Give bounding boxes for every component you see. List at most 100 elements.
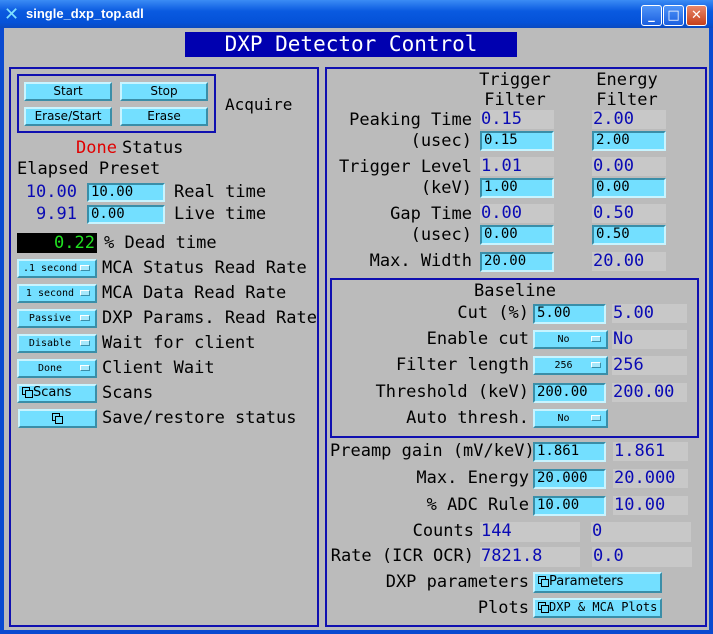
scans-button[interactable]: Scans [17,384,97,403]
page-title: DXP Detector Control [185,32,517,57]
menu-indicator-icon [591,415,601,421]
max-width-label: Max. Width [369,251,472,271]
max-width-readback: 20.00 [592,252,666,271]
menu-value: 256 [554,360,573,371]
trigger-peaking-input[interactable]: 0.15 [480,131,554,151]
gap-time-unit: (usec) [410,225,472,245]
acquire-label: Acquire [225,95,293,114]
filter-length-readback: 256 [612,356,687,375]
dxp-parameters-button-label: Parameters [549,574,624,589]
trigger-gap-input[interactable]: 0.00 [480,225,554,245]
cut-input[interactable]: 5.00 [533,304,606,324]
scans-label: Scans [102,383,154,403]
live-time-preset-input[interactable]: 0.00 [87,205,165,224]
erase-start-button[interactable]: Erase/Start [24,107,112,126]
auto-thresh-menu[interactable]: No [533,409,608,428]
save-restore-label: Save/restore status [102,408,297,428]
max-energy-input[interactable]: 20.000 [533,469,606,489]
related-display-icon [538,602,549,613]
energy-filter-header: Energy [596,70,658,90]
energy-gap-readback: 0.50 [592,204,666,223]
related-display-icon [538,576,549,587]
menu-indicator-icon [591,362,601,368]
minimize-button[interactable]: _ [641,5,662,26]
window-title: single_dxp_top.adl [26,6,144,21]
start-button[interactable]: Start [24,82,112,101]
trigger-level-input[interactable]: 1.00 [480,178,554,198]
dxp-parameters-button[interactable]: Parameters [533,572,662,593]
mca-status-rate-menu[interactable]: .1 second [17,259,97,278]
energy-peaking-input[interactable]: 2.00 [592,131,666,151]
trigger-level-readback: 1.01 [480,157,554,176]
threshold-label: Threshold (keV) [375,382,529,402]
client-wait-menu[interactable]: Done [17,359,97,378]
plots-label: Plots [477,598,529,618]
adc-rule-readback: 10.00 [613,496,688,515]
menu-value: No [557,334,570,345]
mca-data-rate-menu[interactable]: 1 second [17,284,97,303]
client-wait-label: Client Wait [102,358,215,378]
maximize-button[interactable]: □ [663,5,684,26]
preamp-gain-label: Preamp gain (mV/keV) [330,441,535,461]
enable-cut-menu[interactable]: No [533,330,608,349]
dxp-params-rate-menu[interactable]: Passive [17,309,97,328]
enable-cut-label: Enable cut [426,329,529,349]
auto-thresh-label: Auto thresh. [406,408,529,428]
trigger-filter-header: Trigger [479,70,551,90]
max-energy-readback: 20.000 [613,469,688,488]
preamp-gain-readback: 1.861 [613,442,688,461]
cut-readback: 5.00 [612,304,687,323]
x-app-icon: ✕ [4,4,20,25]
mca-data-rate-label: MCA Data Read Rate [102,283,287,303]
max-width-input[interactable]: 20.00 [480,252,554,272]
threshold-input[interactable]: 200.00 [533,383,606,403]
plots-button[interactable]: DXP & MCA Plots [533,598,662,618]
gap-time-label: Gap Time [390,204,472,224]
menu-indicator-icon [80,290,90,296]
preamp-gain-input[interactable]: 1.861 [533,442,606,462]
live-time-elapsed: 9.91 [36,204,77,224]
max-energy-label: Max. Energy [416,468,529,488]
dead-time-label: % Dead time [104,233,217,253]
menu-indicator-icon [80,315,90,321]
erase-button[interactable]: Erase [120,107,208,126]
menu-value: Done [37,363,63,374]
threshold-readback: 200.00 [612,383,687,402]
status-label: Status [122,138,184,158]
stop-button[interactable]: Stop [120,82,208,101]
save-restore-button[interactable] [18,409,97,428]
real-time-preset-input[interactable]: 10.00 [87,183,165,202]
wait-for-client-menu[interactable]: Disable [17,334,97,353]
rate-label: Rate (ICR OCR) [330,546,474,566]
status-value: Done [76,138,117,158]
trigger-filter-header-2: Filter [484,90,546,110]
counts-value-2: 0 [591,522,691,542]
real-time-elapsed: 10.00 [25,182,77,202]
filter-length-menu[interactable]: 256 [533,356,608,375]
trigger-peaking-readback: 0.15 [480,110,554,129]
trigger-gap-readback: 0.00 [480,204,554,223]
title-bar[interactable]: ✕ single_dxp_top.adl _ □ ✕ [0,0,713,28]
live-time-label: Live time [174,204,267,224]
trigger-level-label: Trigger Level [338,157,472,177]
scans-button-label: Scans [33,385,72,400]
menu-value: No [557,413,570,424]
baseline-title: Baseline [474,281,556,301]
related-display-icon [52,413,63,424]
icr-value: 7821.8 [480,547,580,567]
wait-for-client-label: Wait for client [102,333,256,353]
filter-length-label: Filter length [395,355,529,375]
close-button[interactable]: ✕ [686,5,707,26]
menu-value: Disable [28,338,72,349]
enable-cut-readback: No [612,330,687,349]
peaking-time-unit: (usec) [410,131,472,151]
adc-rule-input[interactable]: 10.00 [533,496,606,516]
dxp-params-rate-label: DXP Params. Read Rate [102,308,317,328]
energy-level-input[interactable]: 0.00 [592,178,666,198]
plots-button-label: DXP & MCA Plots [549,600,658,614]
time-header: Elapsed Preset [17,159,161,179]
dead-time-value: 0.22 [17,233,97,253]
energy-gap-input[interactable]: 0.50 [592,225,666,245]
menu-value: 1 second [25,288,75,299]
related-display-icon [22,387,33,398]
